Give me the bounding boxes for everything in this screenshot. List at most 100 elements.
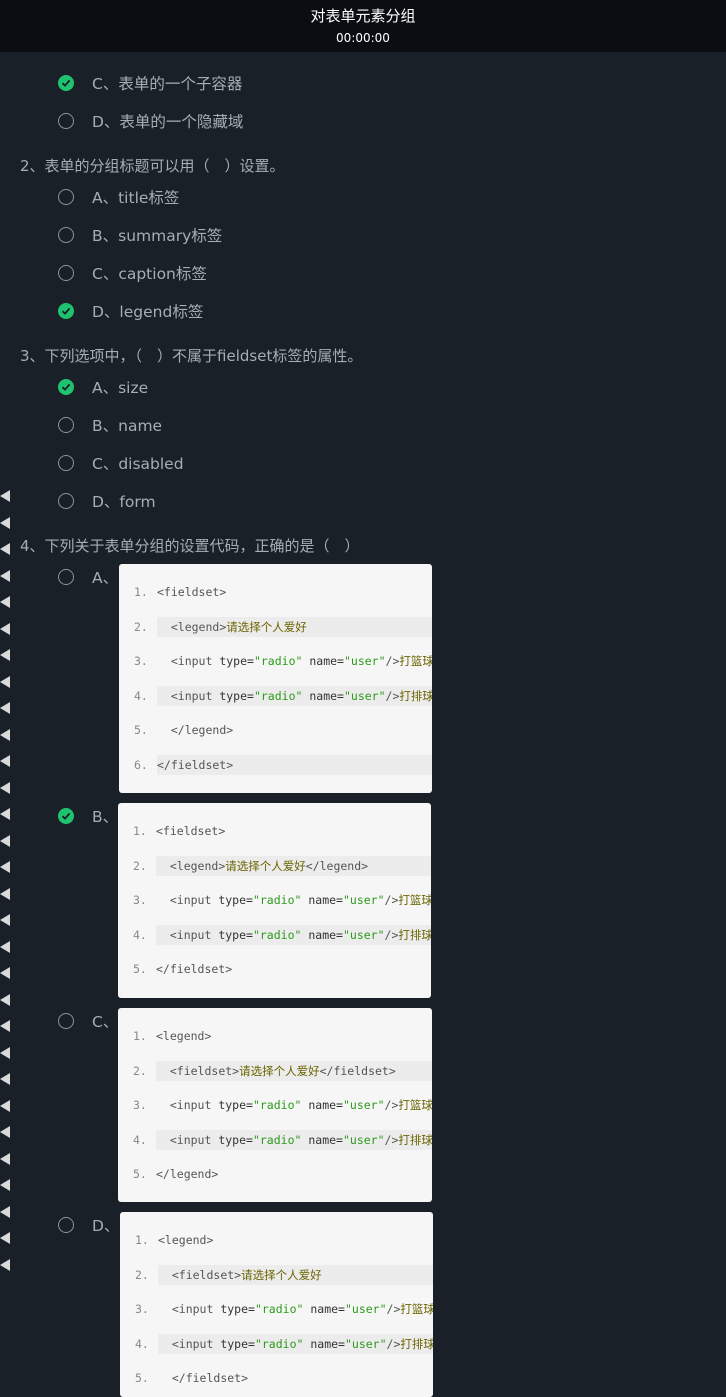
line-number: 5.: [134, 723, 148, 738]
q3-option-d[interactable]: D、form: [58, 490, 458, 514]
code-text: <fieldset>: [156, 824, 226, 838]
q1-option-c[interactable]: C、表单的一个子容器: [58, 72, 458, 96]
code-line: 2. <legend>请选择个人爱好: [119, 616, 432, 637]
header-bar: 对表单元素分组 00:00:00: [0, 0, 726, 52]
radio-button[interactable]: [58, 227, 74, 243]
radio-button[interactable]: [58, 113, 74, 129]
q3-option-a[interactable]: A、size: [58, 376, 458, 400]
code-line: 4. <input type="radio" name="user"/>打排球: [118, 1129, 432, 1150]
line-number: 2.: [134, 619, 148, 634]
edge-tab-icon: [0, 596, 10, 608]
edge-tab-icon: [0, 914, 10, 926]
code-line: 2. <legend>请选择个人爱好</legend>: [118, 855, 431, 876]
line-number: 5.: [133, 962, 147, 977]
radio-button[interactable]: [58, 417, 74, 433]
radio-button[interactable]: [58, 569, 74, 585]
code-text: <legend>请选择个人爱好</legend>: [156, 855, 431, 876]
radio-button[interactable]: [58, 303, 74, 319]
radio-button[interactable]: [58, 1217, 74, 1233]
line-number: 1.: [133, 824, 147, 838]
edge-tab-icon: [0, 1046, 10, 1059]
line-number: 2.: [135, 1267, 149, 1282]
line-number: 1.: [134, 585, 148, 599]
code-line: 1. <fieldset>: [118, 821, 431, 841]
edge-tab-icon: [0, 993, 10, 1006]
edge-tab-icon: [0, 1020, 10, 1032]
edge-tab-icon: [0, 940, 10, 953]
code-line: 5. </legend>: [118, 1164, 432, 1184]
edge-tab-icon: [0, 1152, 10, 1165]
code-line: 3. <input type="radio" name="user"/>打篮球: [120, 1299, 433, 1319]
radio-button[interactable]: [58, 808, 74, 824]
code-text: <input type="radio" name="user"/>打排球: [157, 685, 432, 706]
edge-tab-icon: [0, 755, 10, 767]
radio-button[interactable]: [58, 379, 74, 395]
radio-button[interactable]: [58, 455, 74, 471]
line-number: 3.: [133, 893, 147, 908]
q3-option-b[interactable]: B、name: [58, 414, 458, 438]
line-number: 1.: [135, 1233, 149, 1247]
code-text: <input type="radio" name="user"/>打排球: [156, 924, 431, 945]
edge-tab-icon: [0, 887, 10, 900]
left-edge-decoration: [0, 490, 10, 1290]
edge-tab-icon: [0, 1258, 10, 1271]
option-label: A、: [92, 569, 119, 587]
edge-tab-icon: [0, 490, 10, 502]
page-title: 对表单元素分组: [310, 7, 416, 25]
q3-option-c[interactable]: C、disabled: [58, 452, 458, 476]
q2-option-d[interactable]: D、legend标签: [58, 300, 458, 324]
line-number: 2.: [133, 858, 147, 873]
line-number: 6.: [134, 758, 148, 772]
option-label: D、表单的一个隐藏域: [92, 113, 244, 131]
q2-option-c[interactable]: C、caption标签: [58, 262, 458, 286]
line-number: 5.: [133, 1167, 147, 1182]
code-line: 5. </fieldset>: [118, 959, 431, 979]
code-line: 1. <legend>: [120, 1230, 433, 1250]
option-label: C、disabled: [92, 455, 184, 473]
checkmark-icon: [61, 307, 71, 315]
option-label: A、size: [92, 379, 149, 397]
question-4-text: 4、下列关于表单分组的设置代码，正确的是（ ）: [20, 537, 360, 555]
question-3-text: 3、下列选项中，（ ）不属于fieldset标签的属性。: [20, 347, 363, 365]
code-text: <input type="radio" name="user"/>打篮球: [171, 1302, 433, 1317]
option-label: B、: [92, 808, 119, 826]
code-text: <fieldset>: [157, 585, 227, 599]
edge-tab-icon: [0, 781, 10, 794]
question-2-text: 2、表单的分组标题可以用（ ）设置。: [20, 157, 285, 175]
radio-button[interactable]: [58, 189, 74, 205]
code-line: 2. <fieldset>请选择个人爱好</fieldset>: [118, 1060, 432, 1081]
line-number: 3.: [134, 654, 148, 669]
q1-option-d[interactable]: D、表单的一个隐藏域: [58, 110, 458, 134]
code-block-b: 1. <fieldset> 2. <legend>请选择个人爱好</legend> 3…: [118, 803, 431, 998]
code-line: 2. <fieldset>请选择个人爱好: [120, 1264, 433, 1285]
code-text: <legend>: [158, 1233, 214, 1247]
checkmark-icon: [61, 79, 71, 87]
radio-button[interactable]: [58, 1013, 74, 1029]
edge-tab-icon: [0, 622, 10, 635]
code-block-c: 1. <legend> 2. <fieldset>请选择个人爱好</fieldset…: [118, 1008, 432, 1202]
option-label: D、: [92, 1217, 120, 1235]
radio-button[interactable]: [58, 265, 74, 281]
option-label: B、name: [92, 417, 163, 435]
code-text: </legend>: [170, 723, 234, 738]
code-text: </legend>: [156, 1167, 219, 1182]
edge-tab-icon: [0, 861, 10, 873]
option-label: B、summary标签: [92, 227, 223, 245]
code-line: 4. <input type="radio" name="user"/>打排球: [119, 685, 432, 706]
code-line: 5. </fieldset>: [120, 1368, 433, 1388]
code-text: <legend>: [156, 1029, 212, 1043]
edge-tab-icon: [0, 516, 10, 529]
edge-tab-icon: [0, 1205, 10, 1218]
radio-button[interactable]: [58, 493, 74, 509]
line-number: 2.: [133, 1063, 147, 1078]
q2-option-a[interactable]: A、title标签: [58, 186, 458, 210]
timer: 00:00:00: [336, 31, 390, 45]
q2-option-b[interactable]: B、summary标签: [58, 224, 458, 248]
code-text: <input type="radio" name="user"/>打篮球: [169, 893, 431, 908]
code-line: 5. </legend>: [119, 720, 432, 740]
line-number: 4.: [133, 927, 147, 942]
radio-button[interactable]: [58, 75, 74, 91]
code-line: 3. <input type="radio" name="user"/>打篮球: [118, 1095, 432, 1115]
code-line: 4. <input type="radio" name="user"/>打排球: [118, 924, 431, 945]
code-line: 3. <input type="radio" name="user"/>打篮球: [118, 890, 431, 910]
